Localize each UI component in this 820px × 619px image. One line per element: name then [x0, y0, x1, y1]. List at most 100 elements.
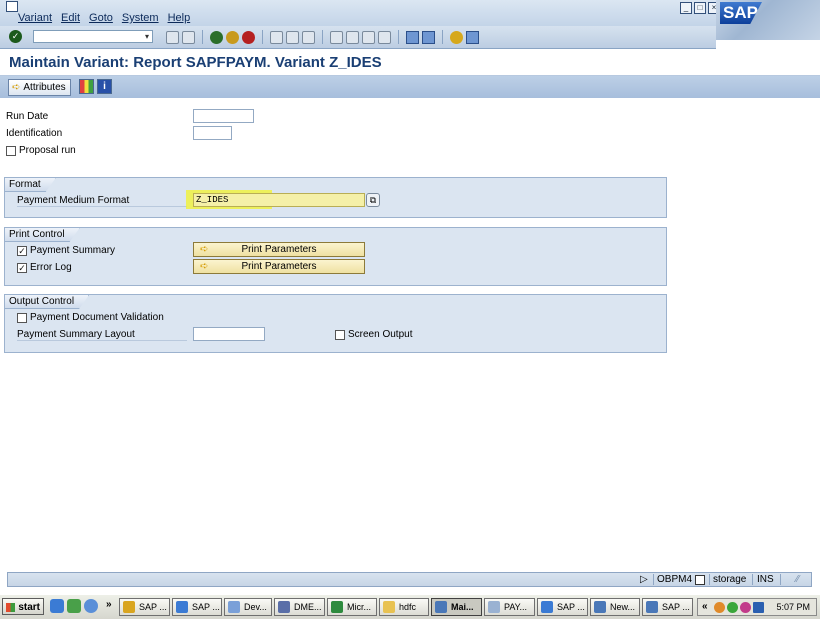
internet-explorer-icon[interactable] — [50, 599, 64, 613]
taskbar-item-label: SAP ... — [557, 602, 585, 612]
screen-output-checkbox[interactable] — [335, 330, 345, 340]
taskbar-item-label: Mai... — [451, 602, 474, 612]
identification-input[interactable] — [193, 126, 232, 140]
tray-expand-icon[interactable]: « — [702, 600, 708, 614]
taskbar-item[interactable]: Micr... — [327, 598, 377, 616]
print-parameters-label: Print Parameters — [194, 243, 364, 256]
attributes-icon: ➪ — [12, 80, 20, 95]
print-parameters-label: Print Parameters — [194, 260, 364, 273]
application-toolbar: ➪ Attributes i — [0, 76, 820, 98]
payment-summary-checkbox[interactable]: ✓ — [17, 246, 27, 256]
print-icon[interactable] — [270, 31, 283, 44]
internet-explorer-icon — [176, 601, 188, 613]
menu-system[interactable]: System — [122, 12, 159, 24]
window-icon — [594, 601, 606, 613]
back-icon[interactable] — [210, 31, 223, 44]
tray-icon[interactable] — [714, 602, 725, 613]
taskbar-item-label: DME... — [294, 602, 322, 612]
system-tray: « 5:07 PM — [697, 598, 817, 616]
folder-icon — [383, 601, 395, 613]
payment-summary-label: Payment Summary — [30, 245, 115, 256]
mail-icon[interactable] — [753, 602, 764, 613]
information-icon[interactable]: i — [97, 79, 112, 94]
status-list-icon[interactable] — [695, 575, 705, 585]
sap-window-icon — [435, 601, 447, 613]
previous-page-icon[interactable] — [346, 31, 359, 44]
menu-goto[interactable]: Goto — [89, 12, 113, 24]
taskbar-item-label: Dev... — [244, 602, 267, 612]
taskbar-item-label: Micr... — [347, 602, 371, 612]
run-date-label: Run Date — [6, 111, 48, 122]
sap-logo: SAP — [716, 0, 820, 40]
payment-medium-format-input[interactable]: Z_IDES — [193, 193, 365, 207]
quick-launch-icon[interactable] — [67, 599, 81, 613]
proposal-run-checkbox[interactable] — [6, 146, 16, 156]
window-controls: _ □ × — [680, 2, 720, 14]
error-log-print-parameters-button[interactable]: ➪ Print Parameters — [193, 259, 365, 274]
exit-icon[interactable] — [226, 31, 239, 44]
status-mode: INS — [757, 574, 774, 586]
status-divider — [752, 574, 753, 585]
payment-summary-print-parameters-button[interactable]: ➪ Print Parameters — [193, 242, 365, 257]
taskbar-item[interactable]: SAP ... — [537, 598, 588, 616]
taskbar-item[interactable]: SAP ... — [119, 598, 170, 616]
format-group-title: Format — [5, 178, 56, 192]
last-page-icon[interactable] — [378, 31, 391, 44]
start-button[interactable]: start — [2, 598, 44, 615]
first-page-icon[interactable] — [330, 31, 343, 44]
status-expand-icon[interactable]: ▷ — [640, 574, 648, 586]
taskbar-item[interactable]: SAP ... — [642, 598, 693, 616]
taskbar-item-label: SAP ... — [662, 602, 690, 612]
taskbar-item-label: hdfc — [399, 602, 416, 612]
tray-icon[interactable] — [740, 602, 751, 613]
taskbar: start » SAP ... SAP ... Dev... DME... Mi… — [0, 594, 820, 619]
sap-window-icon — [646, 601, 658, 613]
taskbar-item[interactable]: hdfc — [379, 598, 429, 616]
standard-toolbar: ✓ ▾ — [0, 26, 716, 49]
enter-icon[interactable]: ✓ — [9, 30, 22, 43]
collapse-icon[interactable] — [166, 31, 179, 44]
minimize-icon[interactable]: _ — [680, 2, 692, 14]
layout-menu-icon[interactable] — [466, 31, 479, 44]
next-page-icon[interactable] — [362, 31, 375, 44]
save-icon[interactable] — [182, 31, 195, 44]
resize-grip-icon[interactable]: ⁄⁄ — [796, 574, 799, 586]
tray-icon[interactable] — [727, 602, 738, 613]
create-session-icon[interactable] — [406, 31, 419, 44]
help-icon[interactable] — [450, 31, 463, 44]
payment-document-validation-checkbox[interactable] — [17, 313, 27, 323]
maximize-icon[interactable]: □ — [694, 2, 706, 14]
payment-summary-layout-input[interactable] — [193, 327, 265, 341]
cancel-icon[interactable] — [242, 31, 255, 44]
toolbar-separator — [202, 30, 203, 44]
developer-icon — [228, 601, 240, 613]
error-log-label: Error Log — [30, 262, 72, 273]
taskbar-item[interactable]: New... — [590, 598, 640, 616]
toolbar-separator — [262, 30, 263, 44]
menu-edit[interactable]: Edit — [61, 12, 80, 24]
system-menu-icon[interactable] — [6, 1, 18, 12]
menu-variant[interactable]: Variant — [18, 12, 52, 24]
taskbar-item[interactable]: PAY... — [484, 598, 535, 616]
quick-launch-more[interactable]: » — [106, 599, 112, 610]
selection-variables-icon[interactable] — [79, 79, 94, 94]
taskbar-item[interactable]: Dev... — [224, 598, 272, 616]
taskbar-item-active[interactable]: Mai... — [431, 598, 482, 616]
value-help-icon[interactable]: ⧉ — [366, 193, 380, 207]
status-divider — [709, 574, 710, 585]
attributes-button[interactable]: ➪ Attributes — [8, 79, 71, 96]
command-dropdown-icon[interactable]: ▾ — [145, 30, 154, 43]
payment-summary-layout-label: Payment Summary Layout — [17, 329, 187, 341]
menu-help[interactable]: Help — [168, 12, 191, 24]
shortcut-icon[interactable] — [422, 31, 435, 44]
quick-launch-icon[interactable] — [84, 599, 98, 613]
toolbar-icons — [166, 30, 479, 44]
find-next-icon[interactable] — [302, 31, 315, 44]
taskbar-item[interactable]: DME... — [274, 598, 325, 616]
taskbar-item[interactable]: SAP ... — [172, 598, 222, 616]
find-icon[interactable] — [286, 31, 299, 44]
command-field[interactable] — [33, 30, 153, 43]
run-date-input[interactable] — [193, 109, 254, 123]
toolbar-separator — [442, 30, 443, 44]
error-log-checkbox[interactable]: ✓ — [17, 263, 27, 273]
